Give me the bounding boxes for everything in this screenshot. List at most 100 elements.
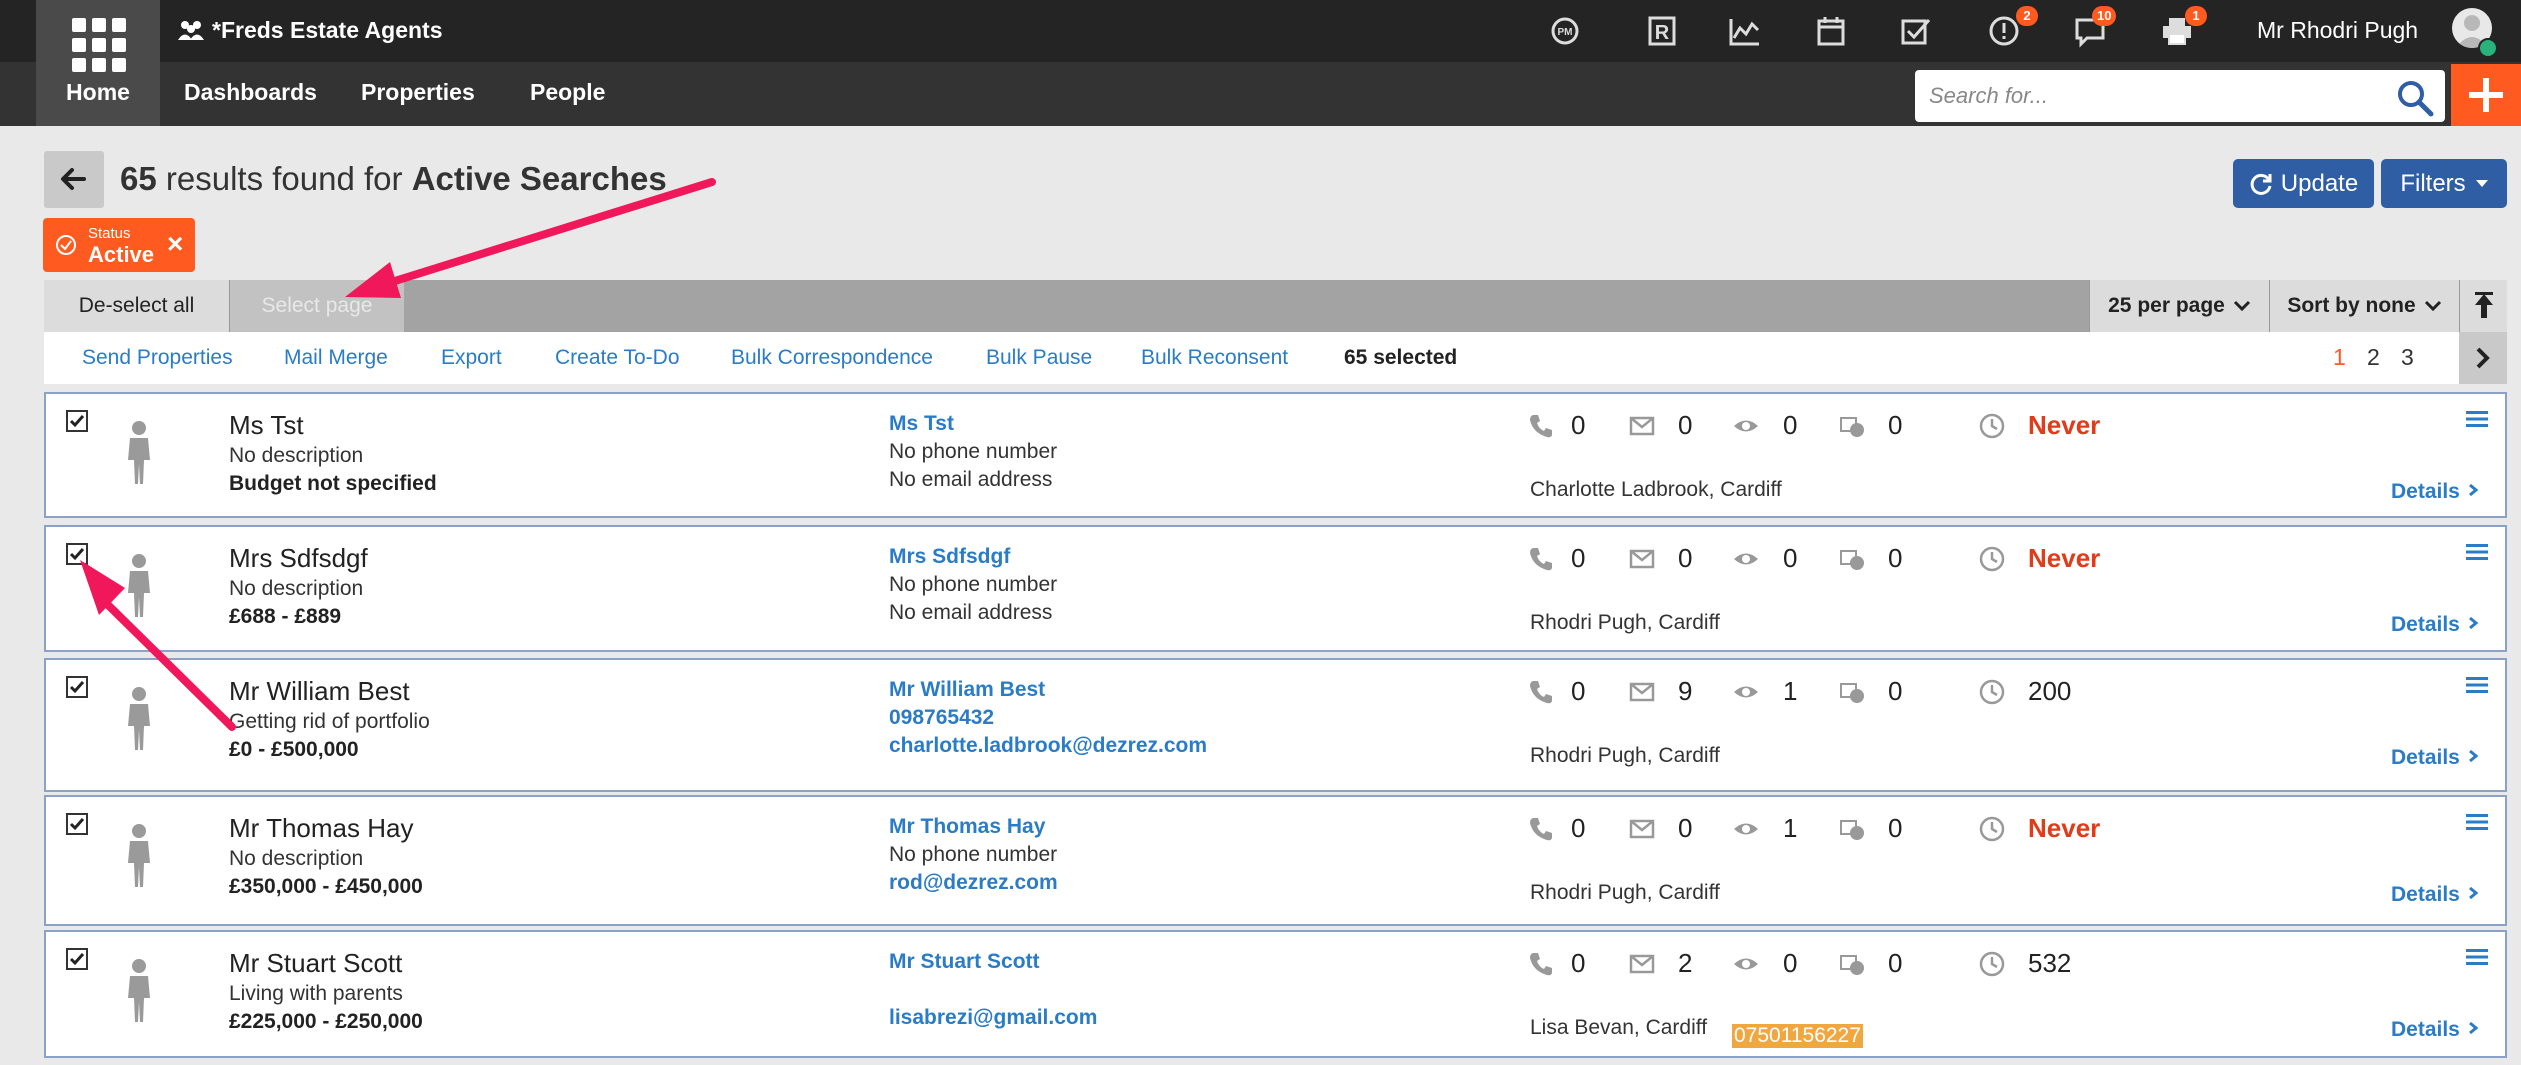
select-checkbox[interactable]	[66, 948, 88, 970]
print-badge: 1	[2185, 6, 2207, 26]
contact-name-link[interactable]: Mr Thomas Hay	[889, 815, 1045, 839]
last-contact: 200	[2028, 676, 2072, 706]
calendar-icon[interactable]	[1814, 14, 1848, 48]
results-text: results found for	[165, 160, 403, 197]
pm-icon[interactable]: PM	[1548, 14, 1582, 48]
nav-dashboards[interactable]: Dashboards	[184, 79, 317, 106]
nav-people[interactable]: People	[530, 79, 605, 106]
clock-icon	[1979, 546, 2005, 572]
select-page-button[interactable]: Select page	[230, 280, 404, 332]
filters-button[interactable]: Filters	[2381, 159, 2507, 208]
page-3[interactable]: 3	[2401, 344, 2414, 371]
check-circle-icon	[56, 235, 76, 255]
viewings-count: 0	[1783, 948, 1798, 978]
contact-name-link[interactable]: Mr William Best	[889, 678, 1045, 702]
nav-properties[interactable]: Properties	[361, 79, 475, 106]
phone-icon	[1530, 818, 1552, 841]
user-name[interactable]: Mr Rhodri Pugh	[2257, 17, 2418, 44]
bulk-correspondence-link[interactable]: Bulk Correspondence	[731, 346, 933, 370]
details-label: Details	[2391, 480, 2460, 503]
applicant-name[interactable]: Ms Tst	[229, 410, 304, 441]
tasks-check-icon[interactable]	[1898, 14, 1932, 48]
details-link[interactable]: Details	[2391, 1018, 2480, 1042]
home-nav-tile[interactable]: Home	[36, 0, 160, 126]
menu-icon[interactable]	[2466, 813, 2488, 831]
page-1[interactable]: 1	[2333, 344, 2346, 371]
bulk-reconsent-link[interactable]: Bulk Reconsent	[1141, 346, 1288, 370]
create-todo-link[interactable]: Create To-Do	[555, 346, 680, 370]
chevron-right-icon	[2468, 749, 2479, 763]
update-label: Update	[2280, 169, 2359, 197]
search-record[interactable]: Mr Thomas Hay No description £350,000 - …	[44, 795, 2507, 926]
applicant-budget: £225,000 - £250,000	[229, 1010, 423, 1033]
contact-name-link[interactable]: Mrs Sdfsdgf	[889, 545, 1010, 569]
negotiator-branch: Rhodri Pugh, Cardiff	[1530, 881, 1720, 904]
contact-name-link[interactable]: Mr Stuart Scott	[889, 950, 1040, 974]
details-link[interactable]: Details	[2391, 480, 2480, 504]
applicant-name[interactable]: Mrs Sdfsdgf	[229, 543, 368, 574]
send-properties-link[interactable]: Send Properties	[82, 346, 233, 370]
deselect-all-button[interactable]: De-select all	[44, 280, 230, 332]
details-link[interactable]: Details	[2391, 746, 2480, 770]
agency-name: *Freds Estate Agents	[212, 17, 443, 43]
select-checkbox[interactable]	[66, 676, 88, 698]
apps-grid-icon[interactable]	[72, 18, 126, 72]
next-page-button[interactable]	[2459, 332, 2507, 384]
clock-icon	[1979, 413, 2005, 439]
status-filter-chip[interactable]: Status Active ×	[43, 218, 195, 272]
search-record[interactable]: Mr William Best Getting rid of portfolio…	[44, 658, 2507, 792]
bulk-pause-link[interactable]: Bulk Pause	[986, 346, 1092, 370]
rightmove-icon[interactable]: R	[1645, 14, 1679, 48]
sort-dropdown[interactable]: Sort by none	[2269, 280, 2459, 332]
eye-icon	[1734, 553, 1758, 565]
nav-home[interactable]: Home	[36, 79, 160, 106]
check-icon	[69, 415, 85, 428]
viewings-count: 1	[1783, 813, 1798, 843]
offers-count: 0	[1888, 543, 1903, 573]
add-button[interactable]	[2451, 64, 2521, 126]
agency-brand[interactable]: *Freds Estate Agents	[178, 17, 443, 44]
chevron-down-icon	[2233, 300, 2250, 312]
applicant-name[interactable]: Mr Stuart Scott	[229, 948, 402, 979]
applicant-budget: £688 - £889	[229, 605, 342, 628]
menu-icon[interactable]	[2466, 410, 2488, 428]
search-icon[interactable]	[2395, 78, 2435, 118]
update-button[interactable]: Update	[2233, 159, 2374, 208]
contact-phone[interactable]: 098765432	[889, 706, 994, 730]
offers-count: 0	[1888, 948, 1903, 978]
last-contact: Never	[2028, 410, 2101, 440]
search-record[interactable]: Mr Stuart Scott Living with parents £225…	[44, 930, 2507, 1058]
contact-name-link[interactable]: Ms Tst	[889, 412, 954, 436]
plus-icon	[2469, 78, 2503, 112]
applicant-description: Living with parents	[229, 982, 403, 1005]
per-page-dropdown[interactable]: 25 per page	[2089, 280, 2269, 332]
select-checkbox[interactable]	[66, 410, 88, 432]
filter-chip-label: Status	[88, 225, 131, 242]
remove-filter-icon[interactable]: ×	[167, 228, 183, 260]
menu-icon[interactable]	[2466, 676, 2488, 694]
applicant-name[interactable]: Mr Thomas Hay	[229, 813, 413, 844]
chevron-down-icon	[2424, 300, 2441, 312]
chevron-right-icon	[2468, 1021, 2479, 1035]
search-input[interactable]	[1929, 70, 2369, 122]
back-button[interactable]	[44, 151, 104, 208]
menu-icon[interactable]	[2466, 948, 2488, 966]
search-record[interactable]: Ms Tst No description Budget not specifi…	[44, 392, 2507, 518]
contact-email[interactable]: rod@dezrez.com	[889, 871, 1058, 895]
mail-merge-link[interactable]: Mail Merge	[284, 346, 388, 370]
sort-direction-button[interactable]	[2459, 280, 2507, 332]
details-link[interactable]: Details	[2391, 613, 2480, 637]
phone-icon	[1530, 953, 1552, 976]
page-2[interactable]: 2	[2367, 344, 2380, 371]
contact-email[interactable]: charlotte.ladbrook@dezrez.com	[889, 734, 1207, 758]
search-record[interactable]: Mrs Sdfsdgf No description £688 - £889 M…	[44, 525, 2507, 652]
select-checkbox[interactable]	[66, 813, 88, 835]
menu-icon[interactable]	[2466, 543, 2488, 561]
calls-count: 0	[1571, 410, 1586, 440]
chart-icon[interactable]	[1728, 14, 1762, 48]
applicant-name[interactable]: Mr William Best	[229, 676, 410, 707]
export-link[interactable]: Export	[441, 346, 502, 370]
details-link[interactable]: Details	[2391, 883, 2480, 907]
contact-email[interactable]: lisabrezi@gmail.com	[889, 1006, 1097, 1030]
select-checkbox[interactable]	[66, 543, 88, 565]
